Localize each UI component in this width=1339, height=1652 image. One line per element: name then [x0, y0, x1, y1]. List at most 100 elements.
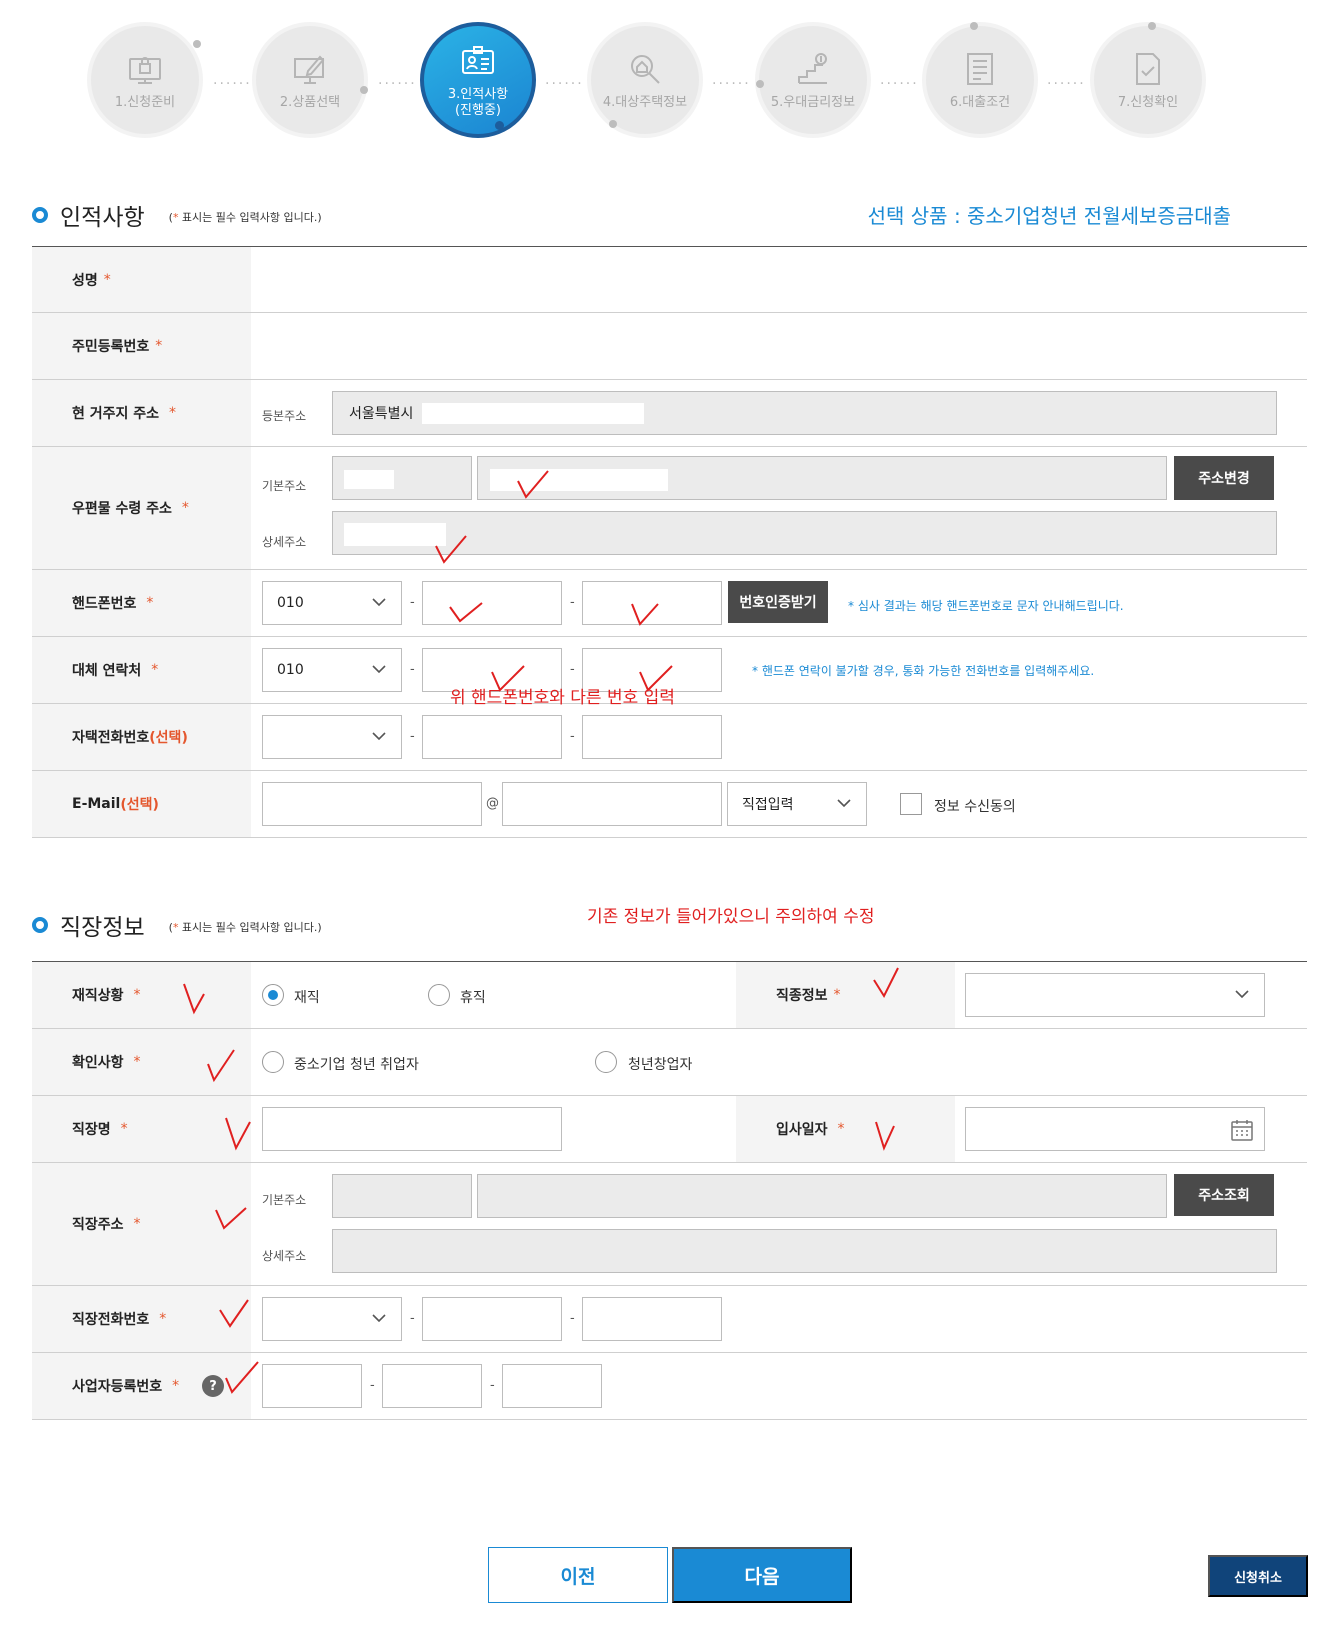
- job-info-form: 재직상황 * 재직 휴직 직종정보 * 확인사항 * 중소기업 청년 취업자 청년창업…: [32, 961, 1307, 1420]
- join-date-input[interactable]: [965, 1107, 1265, 1151]
- company-name-label: 직장명 *: [32, 1096, 251, 1162]
- personal-section-header: 인적사항 (* 표시는 필수 입력사항 입니다.): [32, 198, 322, 232]
- step-2: 2.상품선택: [252, 22, 368, 138]
- step-4: 4.대상주택정보: [587, 22, 703, 138]
- monitor-lock-icon: [129, 57, 161, 84]
- step-label: 1.신청준비: [114, 95, 176, 110]
- join-date-label: 입사일자 *: [736, 1096, 955, 1162]
- row-company-address: 직장주소 * 기본주소 주소조회 상세주소: [32, 1163, 1307, 1286]
- previous-button[interactable]: 이전: [488, 1547, 668, 1603]
- dash: -: [570, 729, 575, 744]
- home-middle-input[interactable]: [422, 715, 562, 759]
- mobile-label: 핸드폰번호 *: [32, 570, 251, 636]
- email-consent-checkbox[interactable]: [900, 793, 922, 815]
- chevron-down-icon: [372, 1314, 386, 1323]
- mobile-hint: * 심사 결과는 해당 핸드폰번호로 문자 안내해드립니다.: [848, 599, 1124, 613]
- company-name-input[interactable]: [262, 1107, 562, 1151]
- redaction: [344, 523, 446, 546]
- dash: -: [370, 1378, 375, 1393]
- status-employed-radio[interactable]: [262, 984, 284, 1006]
- chevron-down-icon: [372, 665, 386, 674]
- redaction: [422, 403, 644, 424]
- mobile-last-input[interactable]: [582, 581, 722, 625]
- step-label: 4.대상주택정보: [602, 95, 688, 110]
- document-check-icon: [1136, 53, 1160, 85]
- mail-detail-label: 상세주소: [262, 535, 307, 549]
- home-last-input[interactable]: [582, 715, 722, 759]
- redaction: [344, 470, 394, 489]
- home-prefix-select[interactable]: [262, 715, 402, 759]
- dash: -: [410, 729, 415, 744]
- job-section-header: 직장정보 (* 표시는 필수 입력사항 입니다.): [32, 908, 322, 942]
- computer-pen-icon: [294, 55, 325, 84]
- company-phone-prefix-select[interactable]: [262, 1297, 402, 1341]
- step-label: 3.인적사항: [447, 87, 509, 102]
- status-leave-radio[interactable]: [428, 984, 450, 1006]
- status-label: 재직상황 *: [32, 962, 251, 1028]
- email-domain-select[interactable]: 직접입력: [727, 782, 867, 826]
- company-detail-label: 상세주소: [262, 1249, 307, 1263]
- confirm-startup-radio[interactable]: [595, 1051, 617, 1073]
- chevron-down-icon: [372, 732, 386, 741]
- dash: -: [570, 1311, 575, 1326]
- verify-number-button[interactable]: 번호인증받기: [728, 581, 828, 623]
- row-company-phone: 직장전화번호 * - -: [32, 1286, 1307, 1353]
- alt-prefix-select[interactable]: 010: [262, 648, 402, 692]
- confirm-startup-label: 청년창업자: [628, 1057, 693, 1073]
- search-address-button[interactable]: 주소조회: [1174, 1174, 1274, 1216]
- business-number-part3-input[interactable]: [502, 1364, 602, 1408]
- circle-icon: [32, 207, 48, 223]
- step-1: 1.신청준비: [87, 22, 203, 138]
- alt-hint: * 핸드폰 연락이 불가할 경우, 통화 가능한 전화번호를 입력해주세요.: [752, 664, 1095, 678]
- company-address-label: 직장주소 *: [32, 1163, 251, 1285]
- status-leave-label: 휴직: [460, 990, 486, 1006]
- confirm-sme-youth-radio[interactable]: [262, 1051, 284, 1073]
- step-label: 2.상품선택: [279, 95, 341, 110]
- step-3-active: 3.인적사항 (진행중): [420, 22, 536, 138]
- calendar-icon[interactable]: [1230, 1118, 1254, 1142]
- email-id-input[interactable]: [262, 782, 482, 826]
- name-label: 성명 *: [32, 247, 251, 312]
- section-title: 인적사항: [60, 205, 145, 231]
- email-consent-label: 정보 수신동의: [934, 799, 1016, 815]
- help-icon[interactable]: ?: [202, 1375, 224, 1397]
- home-phone-label: 자택전화번호 (선택): [32, 704, 251, 770]
- email-domain-input[interactable]: [502, 782, 722, 826]
- step-label: 5.우대금리정보: [770, 95, 856, 110]
- company-detail-address-field[interactable]: [332, 1229, 1277, 1273]
- chevron-down-icon: [372, 598, 386, 607]
- row-alt-contact: 대체 연락처 * 010 - - * 핸드폰 연락이 불가할 경우, 통화 가능한…: [32, 637, 1307, 708]
- company-basic-address-field[interactable]: [477, 1174, 1167, 1218]
- dash: -: [410, 1311, 415, 1326]
- redaction: [490, 469, 668, 491]
- address-label: 현 거주지 주소 *: [32, 380, 251, 446]
- mail-address-label: 우편물 수령 주소 *: [32, 447, 251, 569]
- company-phone-last-input[interactable]: [582, 1297, 722, 1341]
- row-email: E-Mail (선택) @ 직접입력 정보 수신동의: [32, 771, 1307, 838]
- row-home-phone: 자택전화번호 (선택) - -: [32, 704, 1307, 771]
- next-button[interactable]: 다음: [672, 1547, 852, 1603]
- row-mail-address: 우편물 수령 주소 * 기본주소 주소변경 상세주소: [32, 447, 1307, 570]
- occupation-select[interactable]: [965, 973, 1265, 1017]
- detail-address-field[interactable]: [332, 511, 1277, 555]
- business-number-part1-input[interactable]: [262, 1364, 362, 1408]
- row-mobile: 핸드폰번호 * 010 - - 번호인증받기 * 심사 결과는 해당 핸드폰번호로…: [32, 570, 1307, 637]
- company-zipcode-field[interactable]: [332, 1174, 472, 1218]
- document-list-icon: [967, 53, 993, 85]
- occupation-label: 직종정보 *: [736, 962, 955, 1028]
- chevron-down-icon: [837, 799, 851, 808]
- section-title: 직장정보: [60, 915, 145, 941]
- business-number-part2-input[interactable]: [382, 1364, 482, 1408]
- mobile-middle-input[interactable]: [422, 581, 562, 625]
- step-label: 7.신청확인: [1117, 95, 1179, 110]
- change-address-button[interactable]: 주소변경: [1174, 456, 1274, 500]
- alt-contact-label: 대체 연락처 *: [32, 637, 251, 703]
- row-business-number: 사업자등록번호 * ? - -: [32, 1353, 1307, 1420]
- mail-basic-label: 기본주소: [262, 479, 307, 493]
- company-phone-middle-input[interactable]: [422, 1297, 562, 1341]
- status-employed-label: 재직: [294, 990, 320, 1006]
- cancel-application-button[interactable]: 신청취소: [1208, 1555, 1308, 1597]
- step-6: 6.대출조건: [922, 22, 1038, 138]
- mobile-prefix-select[interactable]: 010: [262, 581, 402, 625]
- row-name: 성명 *: [32, 247, 1307, 313]
